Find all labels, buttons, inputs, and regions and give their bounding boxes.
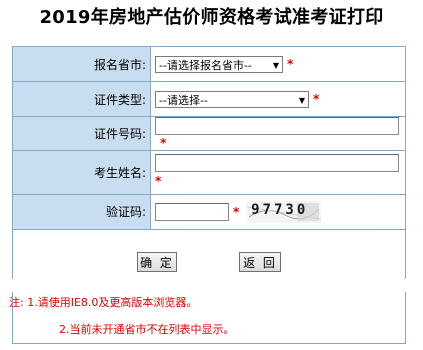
name-input[interactable] (155, 153, 399, 172)
name-cell: * (150, 149, 406, 195)
name-row: 考生姓名: * (12, 149, 406, 195)
captcha-row: 验证码: * 97730 (12, 193, 406, 230)
notes-panel: 注: 1.请使用IE8.0及更高版本浏览器。 2.当前未开通省市不在列表中显示。 (9, 292, 406, 344)
captcha-image[interactable]: 97730 (247, 200, 322, 223)
province-label: 报名省市: (12, 46, 151, 82)
name-required-mark: * (155, 173, 162, 188)
id-number-label: 证件号码: (12, 116, 151, 151)
id-type-cell: --请选择-- ▼ * (150, 81, 406, 117)
id-type-row: 证件类型: --请选择-- ▼ * (12, 81, 406, 117)
province-required-mark: * (287, 57, 294, 71)
chevron-down-icon: ▼ (298, 95, 305, 105)
chevron-down-icon: ▼ (272, 60, 279, 70)
id-number-required-mark: * (160, 135, 167, 150)
province-row: 报名省市: --请选择报名省市-- ▼ * (12, 46, 406, 82)
captcha-text: 97730 (251, 201, 309, 218)
admission-form: 报名省市: --请选择报名省市-- ▼ * 证件类型: --请选择-- ▼ * … (12, 46, 406, 279)
captcha-label: 验证码: (12, 193, 151, 230)
note-province: 2.当前未开通省市不在列表中显示。 (59, 323, 235, 336)
province-cell: --请选择报名省市-- ▼ * (150, 46, 406, 82)
province-select-value: --请选择报名省市-- (159, 58, 252, 72)
province-select[interactable]: --请选择报名省市-- ▼ (155, 55, 283, 73)
buttons-cell: 确 定 返 回 (12, 228, 406, 279)
note-browser: 注: 1.请使用IE8.0及更高版本浏览器。 (9, 296, 198, 309)
page-title: 2019年房地产估价师资格考试准考证打印 (39, 7, 384, 28)
id-number-input[interactable] (155, 117, 399, 135)
captcha-input[interactable] (155, 202, 229, 221)
id-type-required-mark: * (313, 92, 320, 106)
id-type-label: 证件类型: (12, 81, 151, 117)
id-number-cell: * (150, 116, 406, 151)
id-type-select-value: --请选择-- (159, 93, 208, 107)
name-label: 考生姓名: (12, 149, 151, 195)
back-button[interactable]: 返 回 (239, 251, 281, 272)
id-number-row: 证件号码: * (12, 116, 406, 151)
buttons-row: 确 定 返 回 (12, 228, 406, 279)
id-type-select[interactable]: --请选择-- ▼ (155, 90, 309, 108)
captcha-required-mark: * (233, 204, 240, 219)
confirm-button[interactable]: 确 定 (137, 251, 177, 272)
captcha-cell: * 97730 (150, 193, 406, 230)
